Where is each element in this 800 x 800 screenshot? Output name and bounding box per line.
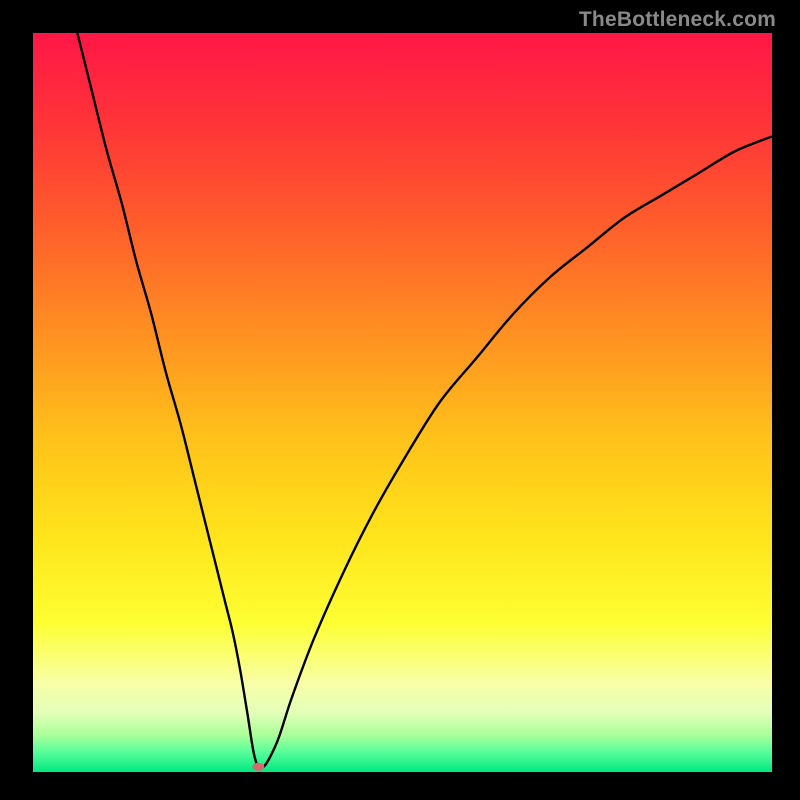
watermark-text: TheBottleneck.com <box>579 8 776 32</box>
bottleneck-curve <box>77 33 772 769</box>
plot-area <box>33 33 772 772</box>
bottleneck-curve-layer <box>33 33 772 772</box>
chart-frame: TheBottleneck.com <box>0 0 800 800</box>
optimum-marker <box>252 763 264 771</box>
